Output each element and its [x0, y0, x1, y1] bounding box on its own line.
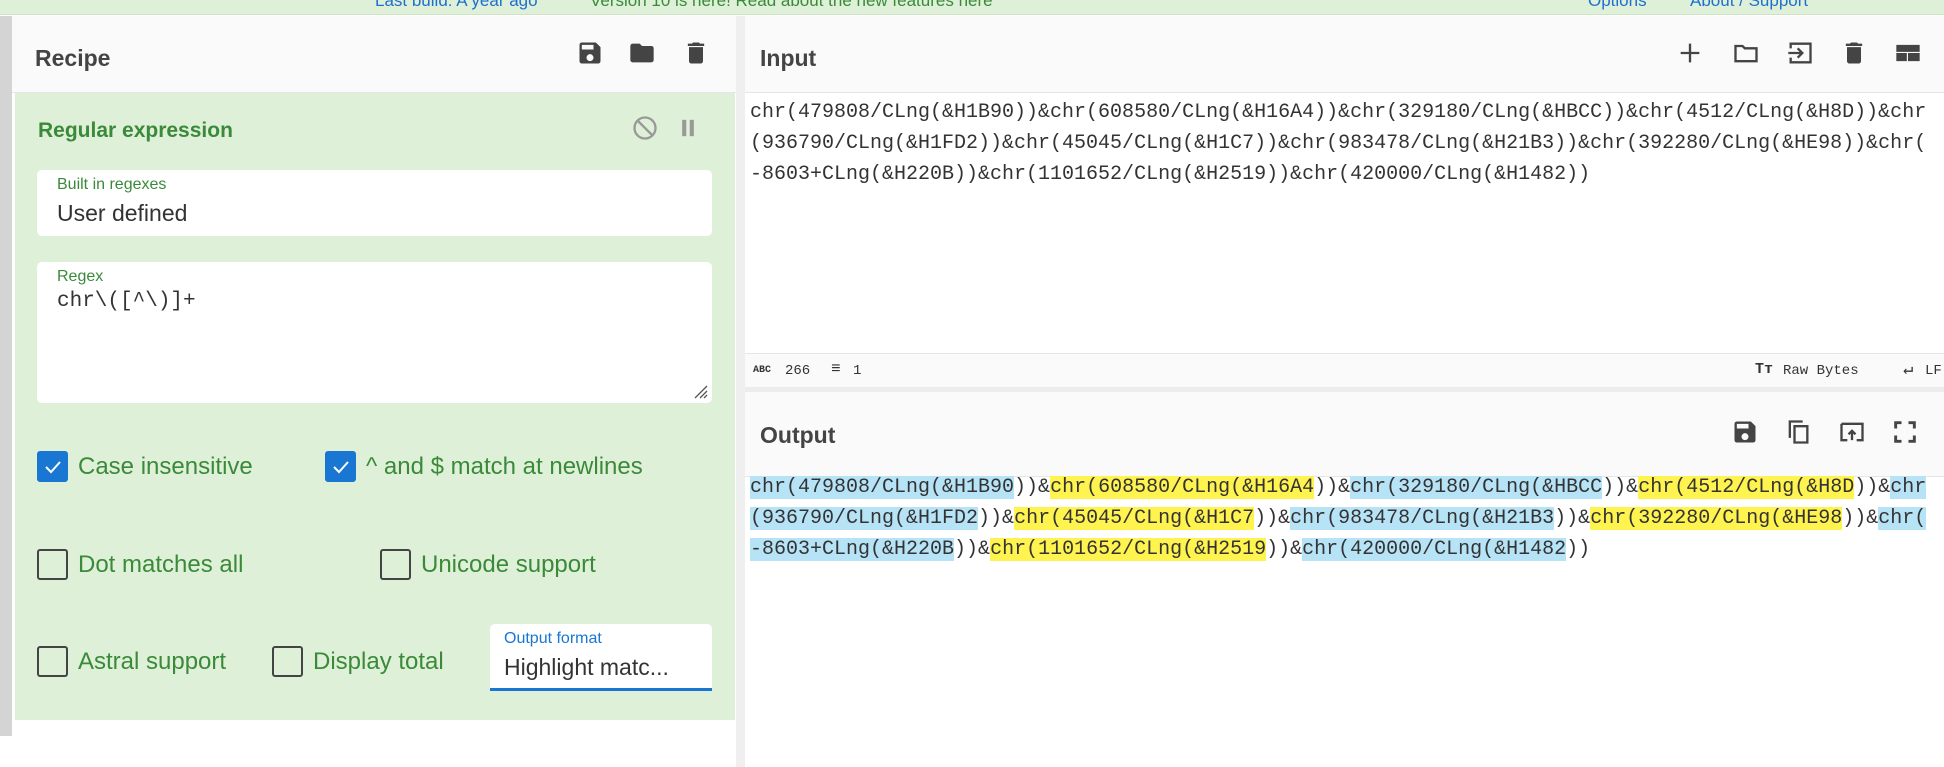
output-text-segment: ))&: [954, 538, 991, 561]
output-header: Output: [745, 392, 1944, 477]
operations-scrollbar[interactable]: [0, 16, 12, 736]
output-text[interactable]: chr(479808/CLng(&H1B90))&chr(608580/CLng…: [750, 472, 1930, 565]
input-title: Input: [760, 45, 817, 71]
pane-divider[interactable]: [736, 16, 745, 767]
astral-support-checkbox[interactable]: Astral support: [37, 646, 226, 677]
options-link[interactable]: Options: [1588, 0, 1647, 11]
checkbox-label: Case insensitive: [78, 452, 253, 480]
regex-label: Regex: [57, 268, 104, 285]
builtin-regexes-select[interactable]: Built in regexes User defined: [37, 170, 712, 236]
checkbox-empty-icon: [380, 549, 411, 580]
input-length: 266: [785, 363, 811, 379]
input-status-bar: ABC 266 ≡ 1 Tт Raw Bytes ↵ LF: [745, 353, 1944, 387]
checkbox-checked-icon: [37, 451, 68, 482]
output-text-segment: ))&: [1266, 538, 1303, 561]
folder-icon[interactable]: [627, 38, 657, 68]
lines-icon: ≡: [831, 360, 841, 378]
output-text-segment: ))&: [978, 507, 1015, 530]
maximize-icon[interactable]: [1890, 417, 1920, 447]
encoding-value[interactable]: Raw Bytes: [1783, 363, 1859, 379]
regex-operation: Regular expression Built in regexes User…: [15, 93, 735, 720]
plus-icon[interactable]: [1675, 38, 1705, 68]
output-text-segment: ))&: [1314, 476, 1351, 499]
checkbox-label: ^ and $ match at newlines: [366, 452, 643, 480]
output-text-segment: ))&: [1842, 507, 1879, 530]
about-link[interactable]: About / Support: [1690, 0, 1808, 11]
regex-match-highlight: chr(479808/CLng(&H1B90: [750, 476, 1015, 499]
checkbox-empty-icon: [37, 646, 68, 677]
pause-icon[interactable]: [673, 113, 703, 143]
regex-match-highlight: chr(45045/CLng(&H1C7: [1014, 507, 1255, 530]
import-icon[interactable]: [1785, 38, 1815, 68]
last-build-link[interactable]: Last build: A year ago: [375, 0, 538, 11]
multiline-checkbox[interactable]: ^ and $ match at newlines: [325, 451, 643, 482]
trash-icon[interactable]: [1839, 38, 1869, 68]
layout-icon[interactable]: [1893, 38, 1923, 68]
recipe-title: Recipe: [35, 45, 111, 71]
builtin-regexes-label: Built in regexes: [57, 176, 167, 193]
output-text-segment: ))&: [1014, 476, 1051, 499]
checkbox-label: Display total: [313, 647, 444, 675]
checkbox-empty-icon: [272, 646, 303, 677]
replace-input-icon[interactable]: [1837, 417, 1867, 447]
eol-icon[interactable]: ↵: [1903, 359, 1913, 380]
news-link[interactable]: Version 10 is here! Read about the new f…: [590, 0, 993, 11]
checkbox-checked-icon: [325, 451, 356, 482]
input-textarea[interactable]: chr(479808/CLng(&H1B90))&chr(608580/CLng…: [750, 97, 1930, 190]
regex-value: chr\([^\)]+: [57, 290, 196, 313]
output-text-segment: )): [1566, 538, 1591, 561]
output-text-segment: ))&: [1854, 476, 1891, 499]
length-icon: ABC: [753, 365, 772, 376]
folder-icon[interactable]: [1731, 38, 1761, 68]
resize-handle-icon[interactable]: [692, 383, 708, 399]
unicode-support-checkbox[interactable]: Unicode support: [380, 549, 596, 580]
recipe-header: Recipe: [12, 16, 736, 93]
dot-matches-all-checkbox[interactable]: Dot matches all: [37, 549, 243, 580]
eol-value[interactable]: LF: [1925, 363, 1942, 379]
input-header: Input: [745, 16, 1944, 93]
checkbox-label: Astral support: [78, 647, 227, 675]
operation-title: Regular expression: [38, 119, 233, 142]
input-lines: 1: [853, 363, 862, 379]
output-format-value: Highlight matc...: [504, 654, 669, 680]
regex-match-highlight: chr(608580/CLng(&H16A4: [1050, 476, 1315, 499]
top-banner: Last build: A year ago Version 10 is her…: [0, 0, 1944, 15]
builtin-regexes-value: User defined: [57, 200, 188, 226]
regex-match-highlight: chr(392280/CLng(&HE98: [1590, 507, 1843, 530]
output-title: Output: [760, 422, 836, 448]
save-icon[interactable]: [575, 38, 605, 68]
encoding-icon[interactable]: Tт: [1755, 361, 1773, 378]
checkbox-label: Unicode support: [421, 550, 596, 578]
trash-icon[interactable]: [681, 38, 711, 68]
output-format-select[interactable]: Output format Highlight matc...: [490, 624, 712, 691]
regex-match-highlight: chr(329180/CLng(&HBCC: [1350, 476, 1603, 499]
regex-match-highlight: chr(420000/CLng(&H1482: [1302, 538, 1567, 561]
case-insensitive-checkbox[interactable]: Case insensitive: [37, 451, 253, 482]
output-text-segment: ))&: [1602, 476, 1639, 499]
output-format-label: Output format: [504, 630, 602, 647]
disable-icon[interactable]: [630, 113, 660, 143]
display-total-checkbox[interactable]: Display total: [272, 646, 444, 677]
regex-match-highlight: chr(1101652/CLng(&H2519: [990, 538, 1267, 561]
regex-match-highlight: chr(4512/CLng(&H8D: [1638, 476, 1855, 499]
save-icon[interactable]: [1730, 417, 1760, 447]
output-text-segment: ))&: [1554, 507, 1591, 530]
regex-input[interactable]: Regex chr\([^\)]+: [37, 262, 712, 403]
checkbox-empty-icon: [37, 549, 68, 580]
regex-match-highlight: chr(983478/CLng(&H21B3: [1290, 507, 1555, 530]
copy-icon[interactable]: [1783, 417, 1813, 447]
output-text-segment: ))&: [1254, 507, 1291, 530]
checkbox-label: Dot matches all: [78, 550, 244, 578]
